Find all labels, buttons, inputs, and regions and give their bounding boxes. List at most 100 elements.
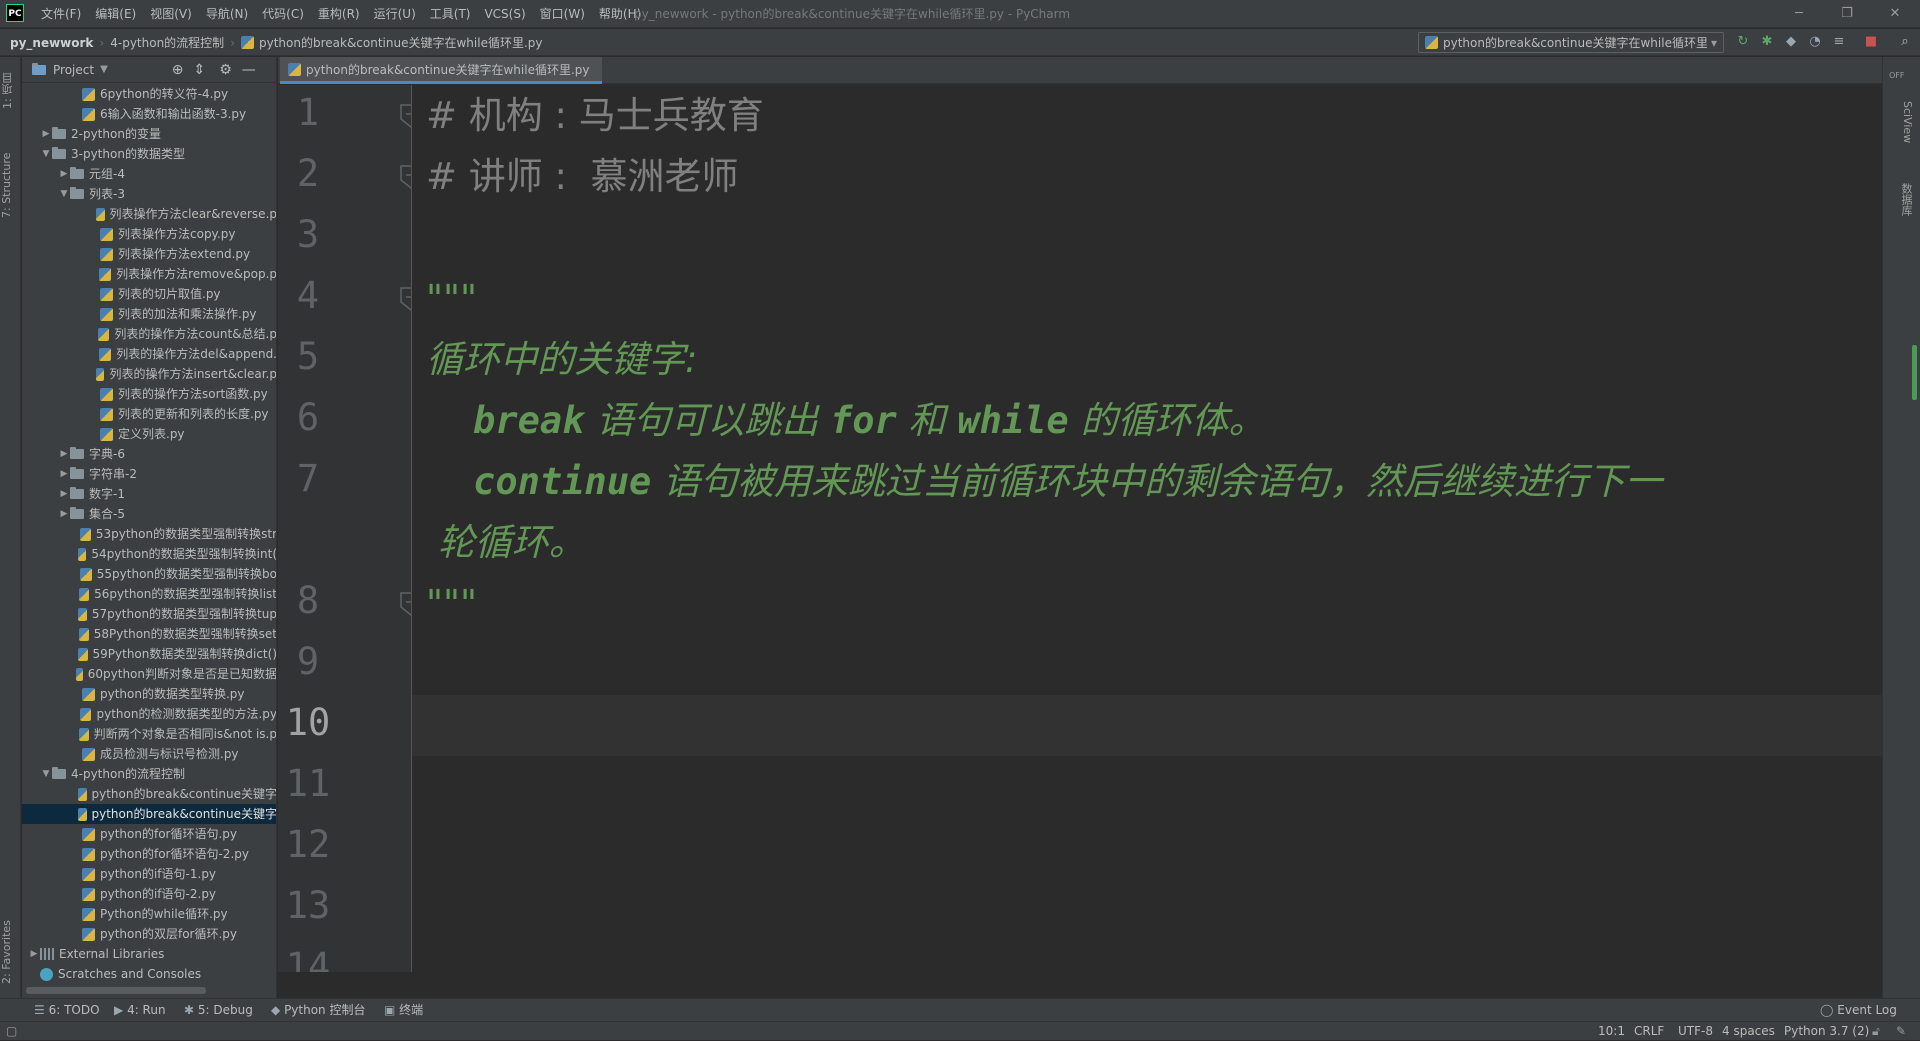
chevron-down-icon[interactable]: ▼	[58, 184, 70, 204]
chevron-right-icon[interactable]: ▶	[58, 464, 70, 484]
line-number[interactable]: 10	[278, 701, 338, 744]
tree-folder[interactable]: ▶ 字典-6	[22, 444, 276, 464]
menu-item[interactable]: 代码(C)	[255, 0, 311, 28]
menu-item[interactable]: 重构(R)	[311, 0, 367, 28]
line-number[interactable]: 5	[278, 335, 338, 378]
line-number[interactable]: 13	[278, 884, 338, 927]
debug-icon[interactable]: ✱	[1758, 33, 1776, 51]
chevron-down-icon[interactable]: ▼	[40, 144, 52, 164]
line-separator[interactable]: CRLF	[1634, 1022, 1664, 1041]
tree-file[interactable]: 53python的数据类型强制转换str	[22, 524, 276, 544]
line-number[interactable]: 9	[278, 640, 338, 683]
tree-file[interactable]: 列表的更新和列表的长度.py	[22, 404, 276, 424]
tree-file[interactable]: 54python的数据类型强制转换int(	[22, 544, 276, 564]
line-number[interactable]: 11	[278, 762, 338, 805]
menu-item[interactable]: 窗口(W)	[533, 0, 592, 28]
tree-file[interactable]: python的break&continue关键字	[22, 804, 276, 824]
line-number[interactable]: 6	[278, 396, 338, 439]
line-number[interactable]: 2	[278, 152, 338, 195]
debug-tool-button[interactable]: ✱ 5: Debug	[184, 999, 253, 1022]
tree-file[interactable]: Python的while循环.py	[22, 904, 276, 924]
chevron-right-icon[interactable]: ▶	[40, 124, 52, 144]
tree-file[interactable]: 6输入函数和输出函数-3.py	[22, 104, 276, 124]
gear-icon[interactable]: ⚙	[219, 62, 232, 78]
tree-folder[interactable]: ▶ 元组-4	[22, 164, 276, 184]
tree-file[interactable]: 6python的转义符-4.py	[22, 84, 276, 104]
terminal-tool-button[interactable]: ▣ 终端	[384, 999, 423, 1022]
tree-folder[interactable]: ▶ 数字-1	[22, 484, 276, 504]
line-number[interactable]: 14	[278, 945, 338, 972]
tree-node[interactable]: ▶ External Libraries	[22, 944, 276, 964]
line-number[interactable]: 7	[278, 457, 338, 500]
lock-icon[interactable]: 🔓︎	[1872, 1022, 1880, 1041]
indent-setting[interactable]: 4 spaces	[1722, 1022, 1775, 1041]
menu-item[interactable]: 导航(N)	[199, 0, 255, 28]
tree-file[interactable]: python的数据类型转换.py	[22, 684, 276, 704]
build-icon[interactable]: ≡	[1830, 33, 1848, 51]
line-number[interactable]: 4	[278, 274, 338, 317]
tree-file[interactable]: python的for循环语句-2.py	[22, 844, 276, 864]
rerun-icon[interactable]: ↻	[1734, 33, 1752, 51]
menu-item[interactable]: 编辑(E)	[88, 0, 143, 28]
tree-file[interactable]: python的if语句-2.py	[22, 884, 276, 904]
collapse-all-icon[interactable]: ⇕	[194, 62, 206, 78]
tree-folder[interactable]: ▶ 字符串-2	[22, 464, 276, 484]
database-tool-tab[interactable]: 数据库	[1893, 169, 1914, 229]
sciview-tool-tab[interactable]: SciView	[1893, 87, 1914, 157]
chevron-right-icon[interactable]: ▶	[58, 504, 70, 524]
fold-marker-icon[interactable]	[399, 591, 411, 617]
tree-file[interactable]: 列表的操作方法count&总结.p	[22, 324, 276, 344]
restore-button[interactable]: ❐	[1824, 0, 1870, 28]
structure-tool-tab[interactable]: 7: Structure	[0, 137, 21, 233]
tree-file[interactable]: 55python的数据类型强制转换bo	[22, 564, 276, 584]
stop-icon[interactable]: ■	[1862, 33, 1880, 51]
tree-folder[interactable]: ▼ 列表-3	[22, 184, 276, 204]
breadcrumb-folder[interactable]: 4-python的流程控制	[110, 34, 224, 51]
tree-file[interactable]: 判断两个对象是否相同is&not is.p	[22, 724, 276, 744]
menu-item[interactable]: 工具(T)	[423, 0, 478, 28]
run-tool-button[interactable]: ▶ 4: Run	[114, 999, 166, 1022]
project-tool-tab[interactable]: 1: 项目	[0, 63, 21, 119]
tree-folder[interactable]: ▼ 3-python的数据类型	[22, 144, 276, 164]
tree-file[interactable]: 成员检测与标识号检测.py	[22, 744, 276, 764]
minimize-button[interactable]: ─	[1776, 0, 1822, 28]
tree-file[interactable]: 60python判断对象是否是已知数据	[22, 664, 276, 684]
tree-file[interactable]: 59Python数据类型强制转换dict()	[22, 644, 276, 664]
project-tree-scrollbar[interactable]	[26, 987, 206, 994]
tree-file[interactable]: python的if语句-1.py	[22, 864, 276, 884]
line-number[interactable]: 8	[278, 579, 338, 622]
breadcrumb-project[interactable]: py_newwork	[10, 36, 93, 50]
tree-node[interactable]: Scratches and Consoles	[22, 964, 276, 984]
menu-item[interactable]: 视图(V)	[143, 0, 199, 28]
fold-marker-icon[interactable]	[399, 164, 411, 190]
editor-scrollbar-thumb[interactable]	[1912, 345, 1917, 400]
chevron-right-icon[interactable]: ▶	[58, 164, 70, 184]
line-number[interactable]: 1	[278, 91, 338, 134]
line-number[interactable]: 12	[278, 823, 338, 866]
tree-folder[interactable]: ▶ 集合-5	[22, 504, 276, 524]
run-configuration-selector[interactable]: python的break&continue关键字在while循环里 ▾	[1418, 32, 1724, 53]
line-number[interactable]: 3	[278, 213, 338, 256]
tree-file[interactable]: 列表的操作方法insert&clear.p	[22, 364, 276, 384]
tree-file[interactable]: 56python的数据类型强制转换list	[22, 584, 276, 604]
tree-folder[interactable]: ▶ 2-python的变量	[22, 124, 276, 144]
menu-item[interactable]: 文件(F)	[34, 0, 88, 28]
tree-file[interactable]: 列表的切片取值.py	[22, 284, 276, 304]
fold-marker-icon[interactable]	[399, 103, 411, 129]
search-icon[interactable]: ⌕	[1896, 33, 1914, 51]
chevron-right-icon[interactable]: ▶	[28, 944, 40, 964]
tree-file[interactable]: 定义列表.py	[22, 424, 276, 444]
breadcrumb-file[interactable]: python的break&continue关键字在while循环里.py	[259, 34, 543, 51]
tree-file[interactable]: 列表操作方法extend.py	[22, 244, 276, 264]
chevron-down-icon[interactable]: ▼	[40, 764, 52, 784]
tree-file[interactable]: 列表的加法和乘法操作.py	[22, 304, 276, 324]
menu-item[interactable]: 运行(U)	[367, 0, 423, 28]
tree-file[interactable]: 列表操作方法copy.py	[22, 224, 276, 244]
code-editor[interactable]: # 机构 : 马士兵教育 # 讲师 : 慕洲老师 """ 循环中的关键字: break…	[412, 85, 1882, 972]
python-interpreter[interactable]: Python 3.7 (2)	[1784, 1022, 1869, 1041]
caret-position[interactable]: 10:1	[1598, 1022, 1625, 1041]
tree-file[interactable]: python的双层for循环.py	[22, 924, 276, 944]
locate-file-icon[interactable]: ⊕	[172, 62, 184, 78]
profile-icon[interactable]: ◔	[1806, 33, 1824, 51]
tree-folder[interactable]: ▼ 4-python的流程控制	[22, 764, 276, 784]
